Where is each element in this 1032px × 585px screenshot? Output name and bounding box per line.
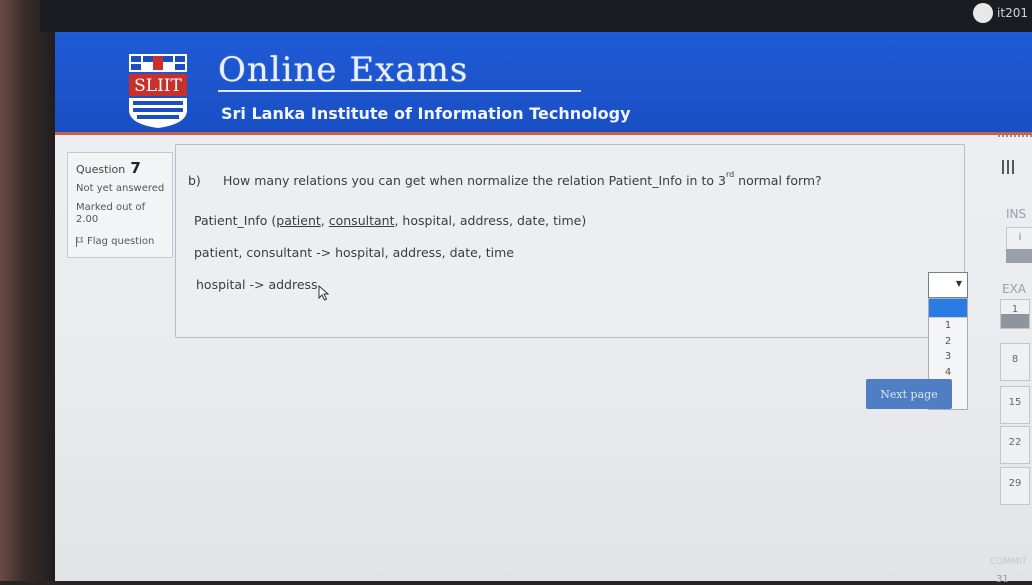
menu-icon[interactable] <box>1002 160 1017 174</box>
answer-option[interactable]: 4 <box>929 365 967 381</box>
answer-option[interactable]: 2 <box>929 334 967 350</box>
flag-question-link[interactable]: Flag question <box>76 236 166 247</box>
site-header: SLIIT Online Exams Sri Lanka Institute o… <box>55 32 1032 135</box>
instructions-button[interactable]: i <box>1006 227 1032 251</box>
nav-answer-fill <box>1001 314 1029 328</box>
nav-question-button[interactable]: 29 <box>1000 467 1030 505</box>
nav-question-button[interactable]: 22 <box>1000 426 1030 464</box>
functional-dependency-1: patient, consultant -> hospital, address… <box>194 245 514 260</box>
answer-option[interactable]: 3 <box>929 349 967 365</box>
question-part: b) <box>188 173 201 188</box>
instructions-status-fill <box>1006 249 1032 263</box>
relation-key-consultant: consultant <box>328 213 395 228</box>
relation-schema: Patient_Info (patient, consultant, hospi… <box>194 213 586 228</box>
instructions-label: INS <box>1006 207 1027 221</box>
functional-dependency-2: hospital -> address <box>196 277 318 292</box>
marked-value: 2.00 <box>76 214 99 225</box>
nav-question-number: 8 <box>1011 354 1019 365</box>
quiz-navigation: INS i EXA 1 8 15 22 29 COMMIT 31 <box>990 127 1032 585</box>
account-label: it201 <box>997 6 1028 20</box>
site-title: Online Exams <box>218 50 469 90</box>
title-divider <box>218 90 581 92</box>
account-menu[interactable]: it201 <box>973 2 1028 24</box>
nav-question-button[interactable]: 31 <box>996 574 1009 585</box>
answer-option[interactable]: 1 <box>929 317 967 334</box>
question-label: Question <box>76 163 126 176</box>
question-info-panel: Question 7 Not yet answered Marked out o… <box>67 152 173 258</box>
question-text-main: How many relations you can get when norm… <box>223 173 726 189</box>
answer-option-blank[interactable] <box>929 299 967 317</box>
account-avatar[interactable] <box>973 3 994 23</box>
flag-label: Flag question <box>87 236 155 247</box>
exam-label: EXA <box>1002 282 1027 296</box>
relation-name: Patient_Info ( <box>194 213 277 228</box>
next-page-button[interactable]: Next page <box>866 379 952 409</box>
nav-question-number: 22 <box>1008 437 1022 448</box>
marked-label: Marked out of <box>76 202 146 213</box>
sliit-logo: SLIIT <box>129 54 187 128</box>
chevron-down-icon: ▼ <box>955 279 962 288</box>
question-content: b) How many relations you can get when n… <box>175 144 968 410</box>
question-status: Not yet answered <box>76 183 165 194</box>
mouse-cursor-icon <box>318 285 330 301</box>
finish-attempt-label: COMMIT <box>990 557 1028 567</box>
question-heading: Question 7 <box>76 159 166 177</box>
relation-key-patient: patient <box>276 213 321 228</box>
site-subtitle: Sri Lanka Institute of Information Techn… <box>221 104 631 123</box>
question-marks: Marked out of 2.00 <box>76 202 166 226</box>
relation-separator: , <box>320 213 329 228</box>
exam-page: SLIIT Online Exams Sri Lanka Institute o… <box>55 32 1032 585</box>
question-number: 7 <box>130 159 141 177</box>
flag-icon <box>76 236 83 247</box>
relation-attributes: , hospital, address, date, time) <box>394 213 587 228</box>
monitor-bezel-left <box>0 0 60 581</box>
answer-select[interactable]: ▼ <box>928 272 968 298</box>
question-superscript: rd <box>725 170 735 179</box>
nav-question-button[interactable]: 1 <box>1000 299 1030 329</box>
nav-question-number: 15 <box>1008 397 1022 408</box>
browser-top-bar: it201 <box>40 0 1032 32</box>
nav-question-number: 29 <box>1008 478 1022 489</box>
svg-text:SLIIT: SLIIT <box>134 76 182 96</box>
nav-question-button[interactable]: 15 <box>1000 386 1030 424</box>
nav-divider <box>998 135 1032 137</box>
nav-question-button[interactable]: 8 <box>1000 343 1030 381</box>
question-text: How many relations you can get when norm… <box>223 170 822 189</box>
question-text-end: normal form? <box>734 173 822 189</box>
